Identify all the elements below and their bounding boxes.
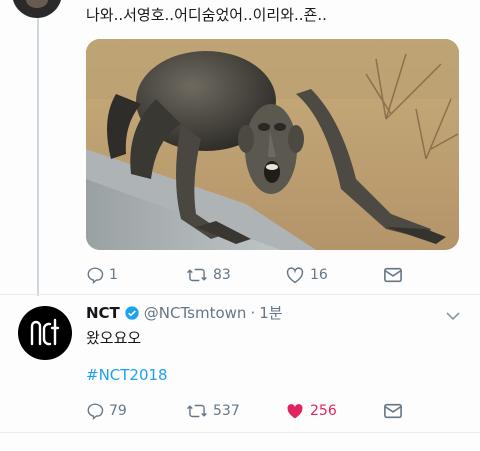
retweet-action[interactable]: 537 bbox=[186, 402, 240, 420]
timestamp[interactable]: 1분 bbox=[259, 302, 282, 323]
retweet-action[interactable]: 83 bbox=[186, 266, 231, 284]
like-icon bbox=[287, 404, 303, 419]
like-action[interactable]: 16 bbox=[285, 266, 328, 284]
verified-icon bbox=[125, 305, 139, 320]
share-action[interactable] bbox=[383, 402, 403, 420]
reply-action[interactable]: 1 bbox=[86, 266, 118, 284]
like-count: 256 bbox=[310, 403, 337, 419]
retweet-count: 83 bbox=[213, 267, 231, 283]
share-icon bbox=[384, 403, 402, 419]
hashtag-link[interactable]: #NCT2018 bbox=[86, 366, 168, 384]
share-icon bbox=[384, 267, 402, 283]
like-action[interactable]: 256 bbox=[285, 402, 337, 420]
avatar[interactable] bbox=[18, 306, 72, 360]
reply-icon bbox=[87, 267, 104, 284]
reply-icon bbox=[87, 403, 104, 420]
handle[interactable]: @NCTsmtown bbox=[144, 304, 247, 322]
reply-count: 1 bbox=[109, 267, 118, 283]
tweet-header: NCT @NCTsmtown · 1분 bbox=[86, 302, 283, 323]
like-count: 16 bbox=[310, 267, 328, 283]
reply-count: 79 bbox=[109, 403, 127, 419]
chevron-down-icon bbox=[446, 312, 460, 321]
tweet-text: 나와..서영호..어디숨었어..이리와..죤.. bbox=[86, 6, 327, 24]
divider bbox=[0, 294, 480, 295]
thread-line bbox=[37, 18, 39, 296]
retweet-icon bbox=[187, 268, 207, 282]
nct-logo bbox=[30, 318, 60, 346]
divider bbox=[0, 432, 480, 433]
tweet-text: 왔오요오 bbox=[86, 329, 142, 347]
display-name[interactable]: NCT bbox=[86, 304, 120, 322]
more-menu[interactable] bbox=[446, 306, 460, 325]
share-action[interactable] bbox=[383, 266, 403, 284]
separator: · bbox=[250, 303, 256, 322]
statue-photo bbox=[86, 39, 459, 250]
retweet-count: 537 bbox=[213, 403, 240, 419]
reply-action[interactable]: 79 bbox=[86, 402, 127, 420]
tweet-image[interactable] bbox=[86, 39, 459, 250]
like-icon bbox=[286, 267, 304, 284]
retweet-icon bbox=[187, 404, 207, 418]
avatar[interactable] bbox=[12, 0, 62, 18]
